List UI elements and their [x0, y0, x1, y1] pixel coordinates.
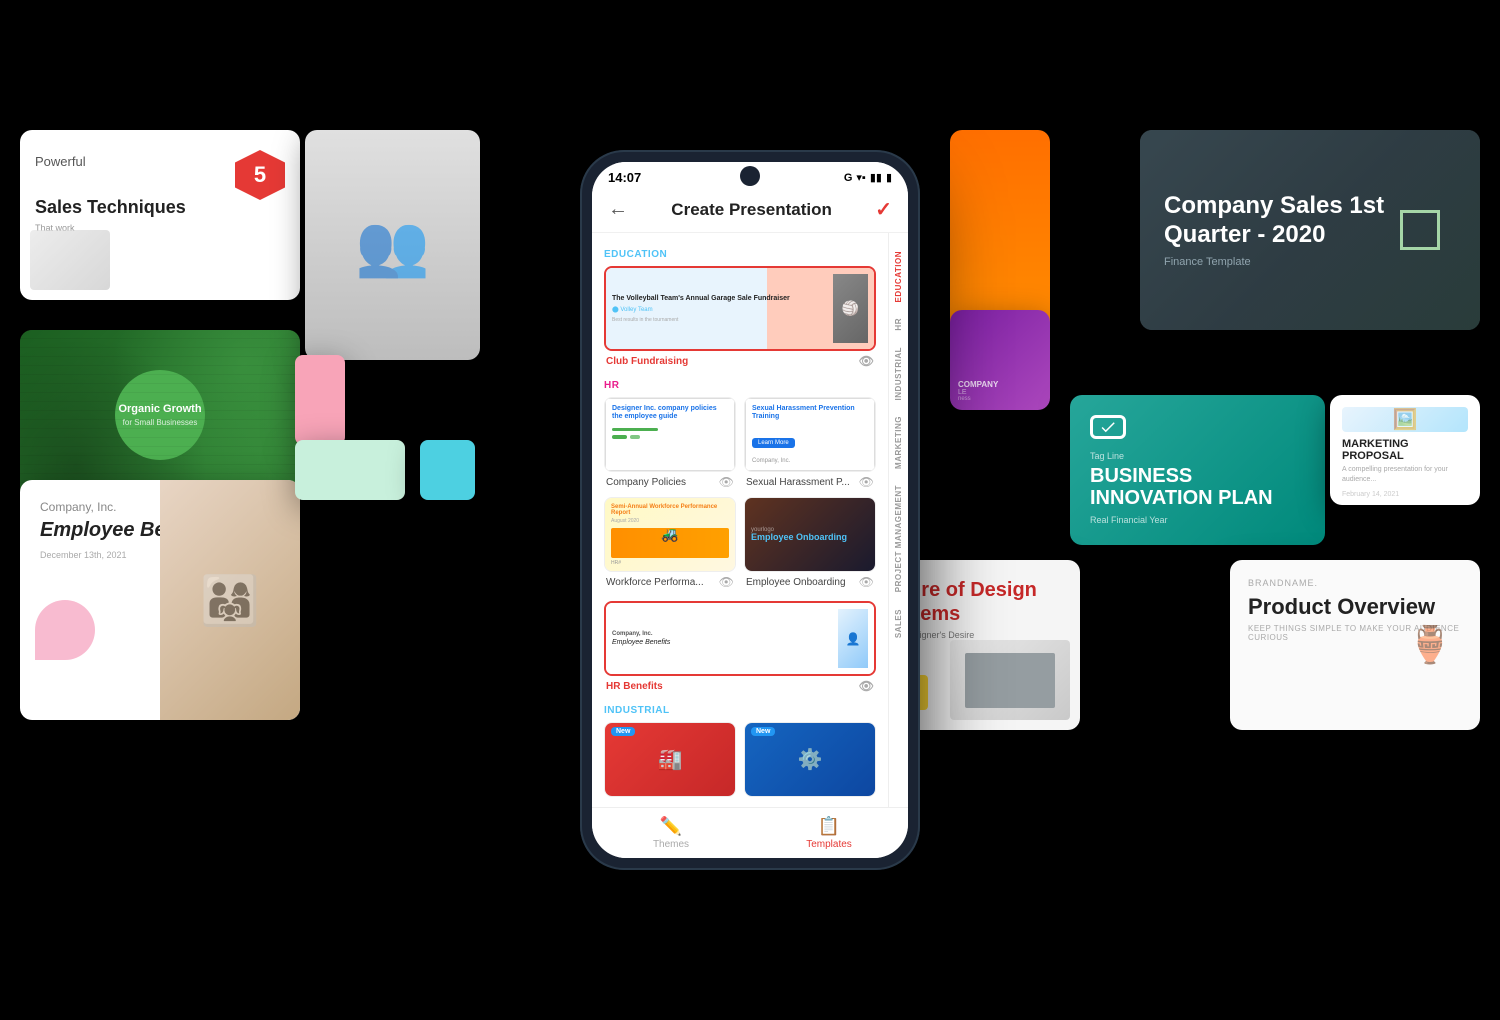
bg-card-marketing-proposal: 🖼️ MARKETING PROPOSAL A compelling prese… [1330, 395, 1480, 505]
hr-template-grid: Designer Inc. company policies the emplo… [592, 397, 888, 601]
nav-templates[interactable]: 📋 Templates [750, 808, 908, 858]
nav-themes-label: Themes [653, 839, 689, 850]
content-area: EDUCATION The Volleyball Team's Annual G… [592, 233, 908, 807]
bottom-nav: ✏️ Themes 📋 Templates [592, 807, 908, 858]
eye-policies[interactable]: 👁 [719, 475, 734, 489]
bg-card-product-overview: brandname. Product Overview KEEP THINGS … [1230, 560, 1480, 730]
innovation-icon [1090, 415, 1126, 439]
preview-icon[interactable]: 👁 [859, 354, 874, 368]
page-title: Create Presentation [671, 200, 832, 220]
template-name-hr-benefits: HR Benefits [606, 681, 663, 692]
bg-card-team: 👥 [305, 130, 480, 360]
side-tab-marketing[interactable]: MARKETING [891, 408, 906, 477]
confirm-button[interactable]: ✓ [875, 197, 892, 222]
side-tab-industrial[interactable]: INDUSTRIAL [891, 339, 906, 408]
bg-card-blue-rect [420, 440, 475, 500]
side-tabs: EDUCATION HR INDUSTRIAL MARKETING PROJEC… [888, 233, 908, 807]
bg-card-plants: Organic Growth for Small Businesses [20, 330, 300, 500]
nav-templates-label: Templates [806, 839, 852, 850]
bg-card-company-sales: Company Sales 1st Quarter - 2020 Finance… [1140, 130, 1480, 330]
nav-themes[interactable]: ✏️ Themes [592, 808, 750, 858]
side-tab-education[interactable]: EDUCATION [891, 243, 906, 310]
template-name-harassment: Sexual Harassment P... [746, 477, 850, 488]
template-workforce[interactable]: Semi-Annual Workforce Performance Report… [604, 497, 736, 589]
template-hr-benefits[interactable]: Company, Inc. Employee Benefits 👤 HR Ben… [592, 601, 888, 701]
template-name-onboarding: Employee Onboarding [746, 577, 846, 588]
template-name-policies: Company Policies [606, 477, 686, 488]
template-industrial-1[interactable]: New 🏭 [604, 722, 736, 797]
google-icon: G [844, 172, 853, 184]
themes-icon: ✏️ [660, 816, 682, 837]
bg-card-business-innovation: Tag Line BUSINESS INNOVATION PLAN Real F… [1070, 395, 1325, 545]
phone-camera [740, 166, 760, 186]
section-industrial: INDUSTRIAL [592, 701, 888, 722]
bg-card-green-rect [295, 440, 405, 500]
template-sexual-harassment[interactable]: Sexual Harassment Prevention Training Le… [744, 397, 876, 489]
template-industrial-2[interactable]: New ⚙️ [744, 722, 876, 797]
app-header: ← Create Presentation ✓ [592, 189, 908, 233]
templates-icon: 📋 [818, 816, 840, 837]
template-scroll[interactable]: EDUCATION The Volleyball Team's Annual G… [592, 233, 888, 807]
new-badge: New [611, 727, 635, 736]
wifi-icon: ▾▪ [856, 171, 865, 184]
eye-harassment[interactable]: 👁 [859, 475, 874, 489]
status-time: 14:07 [608, 170, 641, 185]
template-club-fundraising[interactable]: The Volleyball Team's Annual Garage Sale… [592, 266, 888, 376]
industrial-template-grid: New 🏭 New ⚙️ [592, 722, 888, 807]
battery-icon: ▮ [886, 171, 892, 184]
section-education: EDUCATION [592, 245, 888, 266]
bg-card-pink-rect [295, 355, 345, 445]
side-tab-sales[interactable]: SALES [891, 601, 906, 646]
template-name-club: Club Fundraising [606, 356, 688, 367]
eye-workforce[interactable]: 👁 [719, 575, 734, 589]
signal-icon: ▮▮ [870, 171, 882, 184]
template-employee-onboarding[interactable]: yourlogo Employee Onboarding Employee On… [744, 497, 876, 589]
eye-onboarding[interactable]: 👁 [859, 575, 874, 589]
template-name-workforce: Workforce Performa... [606, 577, 704, 588]
new-badge-2: New [751, 727, 775, 736]
eye-hr-benefits[interactable]: 👁 [859, 679, 874, 693]
side-tab-project[interactable]: PROJECT MANAGEMENT [891, 477, 906, 600]
side-tab-hr[interactable]: HR [891, 310, 906, 339]
bg-card-sales-techniques: 5 Powerful Sales Techniques That work [20, 130, 300, 300]
bg-card-company-purple: COMPANY LE ness [950, 310, 1050, 410]
phone-device: 14:07 G ▾▪ ▮▮ ▮ ← Create Presentation ✓ … [580, 150, 920, 870]
section-hr: HR [592, 376, 888, 397]
bg-card-employee-benefits: Company, Inc. Employee Benefits December… [20, 480, 300, 720]
template-company-policies[interactable]: Designer Inc. company policies the emplo… [604, 397, 736, 489]
back-button[interactable]: ← [608, 198, 628, 221]
